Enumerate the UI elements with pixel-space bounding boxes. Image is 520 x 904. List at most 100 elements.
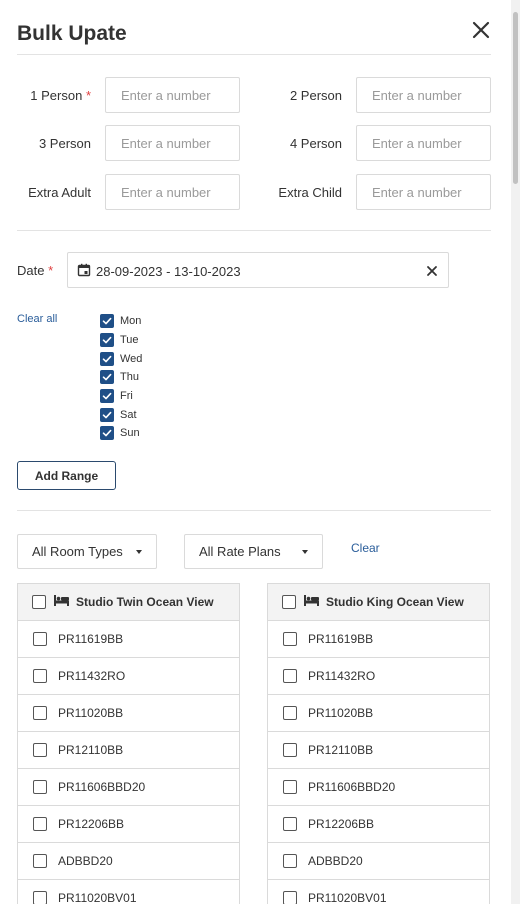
- room-types-select-value: All Room Types: [32, 544, 123, 559]
- rate-plan-checkbox[interactable]: [33, 854, 47, 868]
- divider: [17, 230, 491, 231]
- rate-plan-code: PR11619BB: [58, 632, 124, 646]
- rate-plan-row[interactable]: PR11020BB: [18, 695, 239, 732]
- room-type-name: Studio King Ocean View: [326, 595, 464, 609]
- select-room-checkbox[interactable]: [32, 595, 46, 609]
- calendar-icon: [77, 263, 91, 282]
- clear-date-icon[interactable]: [426, 264, 438, 282]
- checkbox-checked-icon[interactable]: [100, 370, 114, 385]
- rate-plan-checkbox[interactable]: [283, 632, 297, 646]
- rate-plan-row[interactable]: PR12110BB: [268, 732, 489, 769]
- room-type-table: Studio King Ocean View PR11619BB PR11432RO…: [267, 583, 490, 904]
- rate-plan-checkbox[interactable]: [33, 669, 47, 683]
- one-person-input[interactable]: [105, 77, 240, 113]
- dialog-header: Bulk Upate: [17, 14, 491, 55]
- scrollbar-thumb[interactable]: [513, 12, 518, 184]
- add-range-button[interactable]: Add Range: [17, 461, 116, 490]
- rate-plan-row[interactable]: PR11432RO: [268, 658, 489, 695]
- weekday-option[interactable]: Sat: [100, 405, 142, 424]
- weekday-option[interactable]: Sun: [100, 424, 142, 443]
- weekday-label: Sat: [120, 408, 137, 421]
- weekday-option[interactable]: Thu: [100, 368, 142, 387]
- rate-plan-checkbox[interactable]: [283, 780, 297, 794]
- checkbox-checked-icon[interactable]: [100, 407, 114, 422]
- dialog-title: Bulk Upate: [17, 22, 127, 45]
- weekday-label: Mon: [120, 315, 142, 328]
- rate-plan-row[interactable]: ADBBD20: [268, 843, 489, 880]
- rate-plan-checkbox[interactable]: [283, 854, 297, 868]
- rate-plan-code: ADBBD20: [58, 854, 113, 868]
- chevron-down-icon: [136, 549, 142, 554]
- weekday-checkbox-list: Mon Tue Wed Thu Fri Sat Sun: [100, 312, 142, 443]
- rate-plan-row[interactable]: PR11020BV01: [18, 880, 239, 904]
- weekday-option[interactable]: Wed: [100, 349, 142, 368]
- weekday-label: Thu: [120, 371, 139, 384]
- four-person-label: 4 Person: [289, 136, 342, 151]
- rate-plan-code: PR12110BB: [308, 743, 374, 757]
- two-person-label: 2 Person: [289, 88, 342, 103]
- rate-plan-row[interactable]: ADBBD20: [18, 843, 239, 880]
- rate-plan-checkbox[interactable]: [33, 632, 47, 646]
- three-person-label: 3 Person: [38, 136, 91, 151]
- rate-plan-checkbox[interactable]: [283, 706, 297, 720]
- close-icon[interactable]: [471, 20, 491, 40]
- rate-plan-code: PR11619BB: [308, 632, 374, 646]
- rate-plan-checkbox[interactable]: [283, 817, 297, 831]
- weekday-label: Tue: [120, 334, 139, 347]
- rate-plan-row[interactable]: PR11606BBD20: [18, 769, 239, 806]
- rate-plan-row[interactable]: PR12110BB: [18, 732, 239, 769]
- rate-plan-checkbox[interactable]: [33, 706, 47, 720]
- checkbox-checked-icon[interactable]: [100, 426, 114, 441]
- rate-plan-row[interactable]: PR11432RO: [18, 658, 239, 695]
- rate-plan-row[interactable]: PR11606BBD20: [268, 769, 489, 806]
- select-room-checkbox[interactable]: [282, 595, 296, 609]
- clear-all-days-link[interactable]: Clear all: [17, 313, 57, 325]
- rate-plan-checkbox[interactable]: [283, 891, 297, 904]
- weekday-option[interactable]: Tue: [100, 331, 142, 350]
- extra-adult-input[interactable]: [105, 174, 240, 210]
- weekday-option[interactable]: Fri: [100, 387, 142, 406]
- rate-plan-code: PR11020BB: [308, 706, 374, 720]
- weekday-option[interactable]: Mon: [100, 312, 142, 331]
- extra-child-input[interactable]: [356, 174, 491, 210]
- rate-plan-checkbox[interactable]: [33, 780, 47, 794]
- rate-plan-row[interactable]: PR12206BB: [18, 806, 239, 843]
- rate-plan-code: PR11432RO: [308, 669, 376, 683]
- bed-icon: [54, 593, 69, 611]
- rate-plan-code: PR11606BBD20: [58, 780, 146, 794]
- rate-plan-row[interactable]: PR11020BB: [268, 695, 489, 732]
- checkbox-checked-icon[interactable]: [100, 314, 114, 329]
- three-person-input[interactable]: [105, 125, 240, 161]
- room-type-table: Studio Twin Ocean View PR11619BB PR11432RO…: [17, 583, 240, 904]
- bed-icon: [304, 593, 319, 611]
- extra-adult-label: Extra Adult: [28, 185, 91, 200]
- rate-plan-code: PR11432RO: [58, 669, 126, 683]
- rate-plans-select[interactable]: All Rate Plans: [184, 534, 323, 569]
- rate-plan-code: PR11020BV01: [58, 891, 137, 904]
- checkbox-checked-icon[interactable]: [100, 389, 114, 404]
- room-type-header: Studio King Ocean View: [268, 584, 489, 621]
- rate-plan-code: PR12206BB: [308, 817, 375, 831]
- rate-plan-row[interactable]: PR11619BB: [18, 621, 239, 658]
- rate-plan-row[interactable]: PR12206BB: [268, 806, 489, 843]
- divider: [17, 510, 491, 511]
- checkbox-checked-icon[interactable]: [100, 351, 114, 366]
- weekday-label: Wed: [120, 352, 143, 365]
- rate-plan-code: PR11020BB: [58, 706, 124, 720]
- two-person-input[interactable]: [356, 77, 491, 113]
- rate-plan-checkbox[interactable]: [283, 669, 297, 683]
- rate-plan-checkbox[interactable]: [33, 743, 47, 757]
- clear-filters-link[interactable]: Clear: [351, 541, 380, 555]
- checkbox-checked-icon[interactable]: [100, 333, 114, 348]
- date-range-picker[interactable]: 28-09-2023 - 13-10-2023: [67, 252, 449, 288]
- rate-plan-checkbox[interactable]: [33, 891, 47, 904]
- rate-plan-row[interactable]: PR11020BV01: [268, 880, 489, 904]
- room-types-select[interactable]: All Room Types: [17, 534, 157, 569]
- chevron-down-icon: [302, 549, 308, 554]
- rate-plan-checkbox[interactable]: [33, 817, 47, 831]
- four-person-input[interactable]: [356, 125, 491, 161]
- scrollbar-track[interactable]: [511, 0, 520, 904]
- rate-plan-checkbox[interactable]: [283, 743, 297, 757]
- rate-plan-row[interactable]: PR11619BB: [268, 621, 489, 658]
- rate-plan-code: PR11020BV01: [308, 891, 387, 904]
